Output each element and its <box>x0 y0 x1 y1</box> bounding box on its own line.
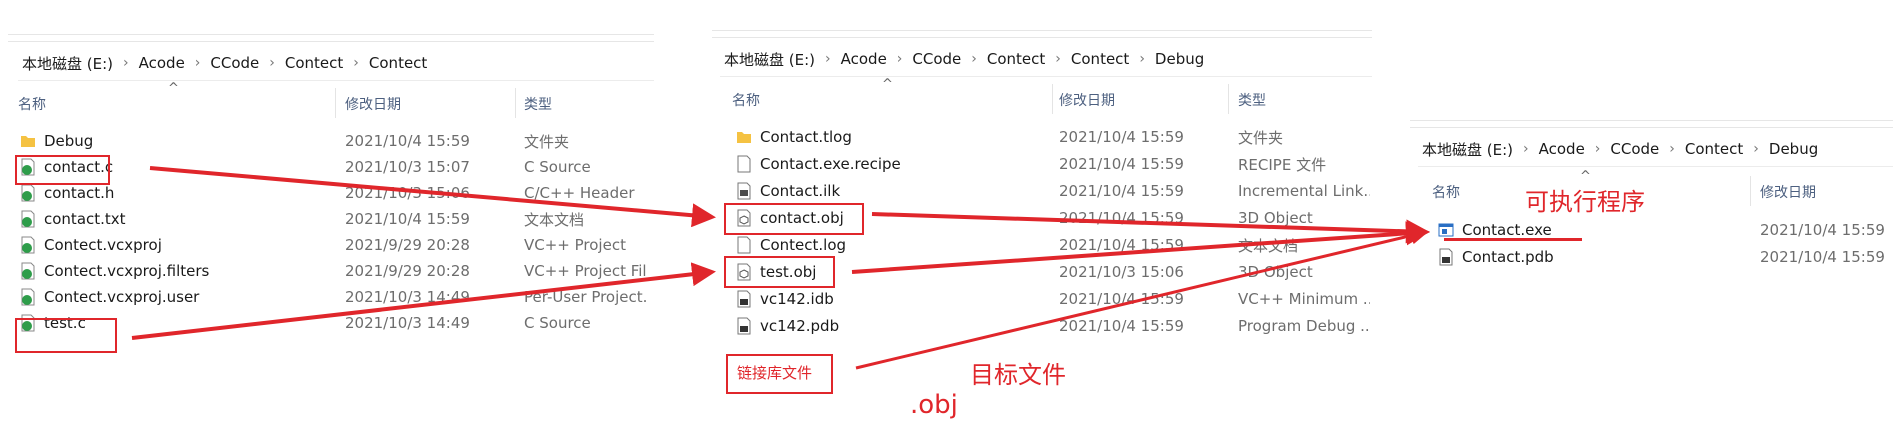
arrow-test-c-to-obj <box>131 262 716 340</box>
arrow-contact-c-to-obj <box>149 166 716 228</box>
arrow-overlay <box>131 166 1430 370</box>
arrow-contact-obj-to-exe <box>871 212 1430 244</box>
